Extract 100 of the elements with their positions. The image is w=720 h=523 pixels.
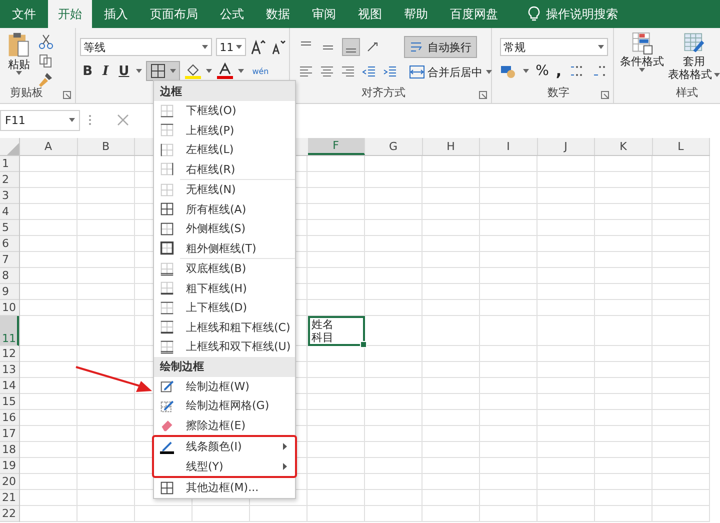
column-header[interactable]: K bbox=[595, 138, 652, 155]
bold-button[interactable]: B bbox=[80, 64, 96, 78]
menu-item[interactable]: 左框线(L) bbox=[154, 140, 295, 160]
row-header[interactable]: 17 bbox=[0, 426, 19, 442]
row-header[interactable]: 6 bbox=[0, 236, 19, 252]
row-header[interactable]: 19 bbox=[0, 458, 19, 474]
row-header[interactable]: 13 bbox=[0, 362, 19, 378]
column-header[interactable]: L bbox=[652, 138, 710, 155]
row-header[interactable]: 22 bbox=[0, 506, 19, 522]
font-name-field[interactable]: 等线 bbox=[80, 38, 212, 56]
number-format-field[interactable]: 常规 bbox=[500, 38, 608, 56]
accounting-icon[interactable] bbox=[500, 63, 516, 79]
font-size-field[interactable]: 11 bbox=[216, 38, 246, 56]
dialog-launcher-icon[interactable] bbox=[62, 91, 71, 99]
menu-item[interactable]: 上下框线(D) bbox=[154, 298, 295, 318]
border-icon bbox=[160, 340, 174, 354]
menu-item[interactable]: 双底框线(B) bbox=[154, 259, 295, 278]
row-header[interactable]: 1 bbox=[0, 156, 19, 172]
menu-item[interactable]: 所有框线(A) bbox=[154, 200, 295, 219]
font-color-icon[interactable] bbox=[216, 62, 234, 80]
row-header[interactable]: 18 bbox=[0, 442, 19, 458]
caret-icon[interactable] bbox=[136, 69, 142, 73]
tell-me-search[interactable]: 操作说明搜索 bbox=[546, 6, 618, 22]
row-header[interactable]: 5 bbox=[0, 220, 19, 236]
column-header[interactable]: G bbox=[365, 138, 422, 155]
ribbon-tab[interactable]: 插入 bbox=[94, 0, 138, 28]
row-header[interactable]: 12 bbox=[0, 346, 19, 362]
phonetic-button[interactable]: wén bbox=[252, 66, 269, 76]
row-header[interactable]: 4 bbox=[0, 204, 19, 220]
menu-item[interactable]: 绘制边框网格(G) bbox=[154, 396, 295, 416]
paste-button[interactable]: 粘贴 bbox=[6, 32, 32, 88]
draw-grid-icon bbox=[160, 398, 174, 413]
row-header[interactable]: 8 bbox=[0, 268, 19, 284]
caret-icon[interactable] bbox=[238, 69, 244, 73]
row-header[interactable]: 15 bbox=[0, 394, 19, 410]
row-header[interactable]: 11 bbox=[0, 316, 19, 346]
menu-item[interactable]: 上框线(P) bbox=[154, 120, 295, 140]
ribbon-tab[interactable]: 帮助 bbox=[394, 0, 438, 28]
grip-icon bbox=[88, 113, 92, 127]
column-header[interactable]: B bbox=[78, 138, 135, 155]
caret-icon[interactable] bbox=[522, 69, 529, 73]
column-header[interactable]: I bbox=[480, 138, 538, 155]
vertical-align-icon[interactable] bbox=[342, 38, 360, 56]
merge-center-button[interactable]: 合并后居中 bbox=[404, 62, 496, 82]
column-header[interactable]: A bbox=[20, 138, 78, 155]
ribbon-tab[interactable]: 页面布局 bbox=[140, 0, 208, 28]
ribbon-tab[interactable]: 百度网盘 bbox=[440, 0, 508, 28]
column-header[interactable]: J bbox=[538, 138, 595, 155]
column-header[interactable]: F bbox=[308, 138, 365, 155]
fill-color-icon[interactable] bbox=[184, 62, 202, 80]
decrease-decimal-icon[interactable] bbox=[592, 63, 608, 79]
column-header[interactable]: H bbox=[422, 138, 480, 155]
menu-item[interactable]: 上框线和双下框线(U) bbox=[154, 337, 295, 356]
conditional-format-button[interactable]: 条件格式 bbox=[618, 31, 666, 72]
menu-item[interactable]: 绘制边框(W) bbox=[154, 376, 295, 396]
format-as-table-button[interactable]: 套用 表格格式 bbox=[668, 31, 720, 81]
shrink-font-icon[interactable] bbox=[270, 39, 286, 55]
row-header[interactable]: 21 bbox=[0, 490, 19, 506]
copy-icon[interactable] bbox=[38, 53, 54, 69]
menu-item[interactable]: 粗外侧框线(T) bbox=[154, 238, 295, 258]
scissors-icon[interactable] bbox=[38, 34, 54, 50]
conditional-format-icon bbox=[631, 31, 653, 55]
format-painter-icon[interactable] bbox=[38, 72, 54, 88]
row-header[interactable]: 3 bbox=[0, 188, 19, 204]
row-header[interactable]: 14 bbox=[0, 378, 19, 394]
wrap-text-button[interactable]: 自动换行 bbox=[404, 36, 477, 58]
menu-item[interactable]: 线型(Y) bbox=[154, 456, 295, 476]
increase-decimal-icon[interactable] bbox=[568, 63, 585, 79]
menu-item[interactable]: 其他边框(M)... bbox=[154, 478, 295, 498]
underline-button[interactable]: U bbox=[116, 64, 132, 78]
dialog-launcher-icon[interactable] bbox=[478, 91, 487, 99]
name-box[interactable]: F11 bbox=[0, 110, 80, 130]
menu-item[interactable]: 无框线(N) bbox=[154, 180, 295, 200]
border-icon bbox=[160, 262, 174, 276]
row-header[interactable]: 2 bbox=[0, 172, 19, 188]
active-cell[interactable]: 姓名 科目 bbox=[308, 316, 365, 346]
menu-item[interactable]: 上框线和粗下框线(C) bbox=[154, 318, 295, 337]
menu-item[interactable]: 右框线(R) bbox=[154, 160, 295, 179]
caret-icon[interactable] bbox=[206, 69, 212, 73]
ribbon-tab[interactable]: 视图 bbox=[348, 0, 392, 28]
ribbon-tab[interactable]: 文件 bbox=[2, 0, 46, 28]
row-header[interactable]: 7 bbox=[0, 252, 19, 268]
menu-item[interactable]: 粗下框线(H) bbox=[154, 278, 295, 298]
menu-item[interactable]: 下框线(O) bbox=[154, 101, 295, 120]
menu-item[interactable]: 擦除边框(E) bbox=[154, 416, 295, 435]
ribbon-tab[interactable]: 数据 bbox=[256, 0, 300, 28]
ribbon-tab[interactable]: 审阅 bbox=[302, 0, 346, 28]
ribbon-tab[interactable]: 公式 bbox=[210, 0, 254, 28]
dialog-launcher-icon[interactable] bbox=[601, 91, 609, 99]
row-header[interactable]: 9 bbox=[0, 284, 19, 300]
borders-button[interactable] bbox=[146, 61, 180, 81]
menu-item[interactable]: 外侧框线(S) bbox=[154, 219, 295, 238]
grow-font-icon[interactable] bbox=[250, 39, 266, 55]
ribbon-tab[interactable]: 开始 bbox=[48, 0, 92, 28]
comma-button[interactable]: , bbox=[556, 62, 562, 80]
percent-button[interactable]: % bbox=[536, 63, 549, 79]
italic-button[interactable]: I bbox=[100, 64, 112, 78]
row-header[interactable]: 16 bbox=[0, 410, 19, 426]
row-header[interactable]: 20 bbox=[0, 474, 19, 490]
menu-item[interactable]: 线条颜色(I) bbox=[154, 437, 295, 456]
